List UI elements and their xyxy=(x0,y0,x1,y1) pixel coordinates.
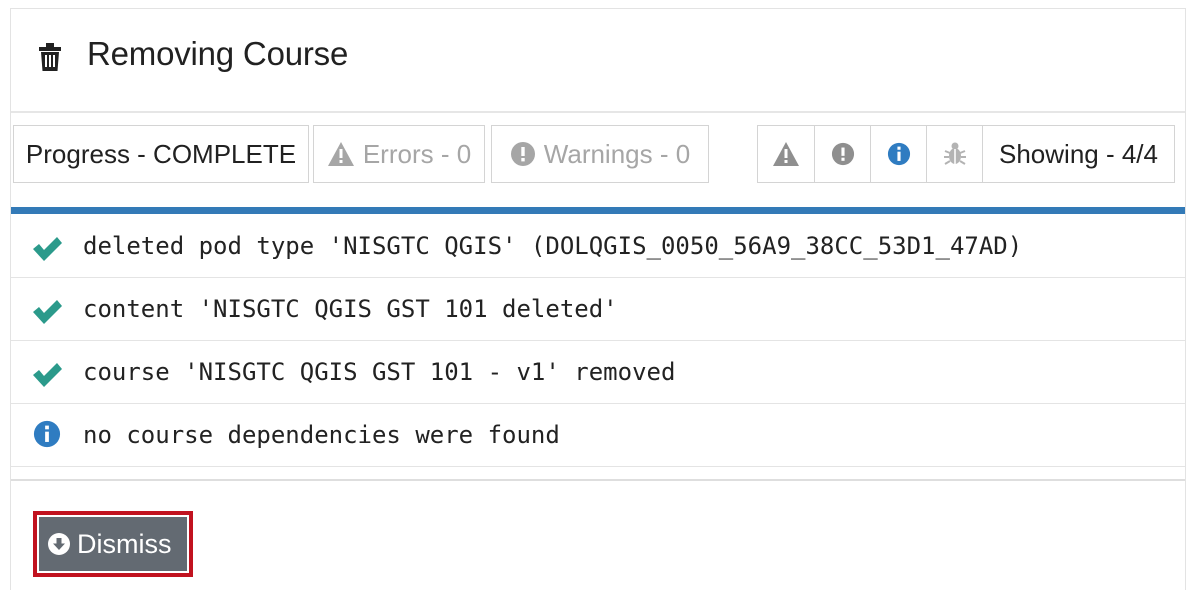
info-icon xyxy=(887,142,911,166)
dismiss-label: Dismiss xyxy=(77,528,172,559)
log-message: content 'NISGTC QGIS GST 101 deleted' xyxy=(83,295,618,323)
page-title: Removing Course xyxy=(87,35,349,72)
check-icon xyxy=(33,300,62,324)
dismiss-button[interactable]: Dismiss xyxy=(39,517,187,571)
removing-course-panel: Removing Course Progress - COMPLETE Erro… xyxy=(10,8,1186,590)
filter-warnings-toggle[interactable] xyxy=(757,125,815,183)
progress-label: Progress - COMPLETE xyxy=(25,138,297,169)
trash-icon xyxy=(39,43,61,71)
log-message: deleted pod type 'NISGTC QGIS' (DOLQGIS_… xyxy=(83,232,1023,260)
log-end-divider xyxy=(11,479,1185,481)
log-message: no course dependencies were found xyxy=(83,421,560,449)
filter-info-toggle[interactable] xyxy=(870,125,927,183)
progress-status: Progress - COMPLETE xyxy=(13,125,309,183)
exclamation-icon xyxy=(510,141,536,167)
list-item: deleted pod type 'NISGTC QGIS' (DOLQGIS_… xyxy=(11,215,1185,278)
list-item: no course dependencies were found xyxy=(11,404,1185,467)
errors-filter-button[interactable]: Errors - 0 xyxy=(313,125,485,183)
showing-label: Showing - 4/4 xyxy=(999,138,1158,169)
warning-icon xyxy=(327,141,355,167)
progress-divider xyxy=(11,207,1185,214)
arrow-circle-down-icon xyxy=(47,532,71,556)
check-icon xyxy=(33,363,62,387)
bug-icon xyxy=(943,141,967,167)
warning-icon xyxy=(772,141,800,167)
warnings-label: Warnings - 0 xyxy=(543,138,691,169)
errors-label: Errors - 0 xyxy=(362,138,472,169)
panel-header: Removing Course xyxy=(11,9,1185,113)
filter-debug-toggle[interactable] xyxy=(926,125,983,183)
info-icon xyxy=(33,420,61,448)
check-icon xyxy=(33,237,62,261)
showing-count: Showing - 4/4 xyxy=(982,125,1175,183)
list-item: course 'NISGTC QGIS GST 101 - v1' remove… xyxy=(11,341,1185,404)
log-list: deleted pod type 'NISGTC QGIS' (DOLQGIS_… xyxy=(11,215,1185,467)
status-toolbar: Progress - COMPLETE Errors - 0 Warnings … xyxy=(11,123,1185,185)
log-message: course 'NISGTC QGIS GST 101 - v1' remove… xyxy=(83,358,676,386)
warnings-filter-button[interactable]: Warnings - 0 xyxy=(491,125,709,183)
exclamation-icon xyxy=(831,142,855,166)
list-item: content 'NISGTC QGIS GST 101 deleted' xyxy=(11,278,1185,341)
filter-errors-toggle[interactable] xyxy=(814,125,871,183)
